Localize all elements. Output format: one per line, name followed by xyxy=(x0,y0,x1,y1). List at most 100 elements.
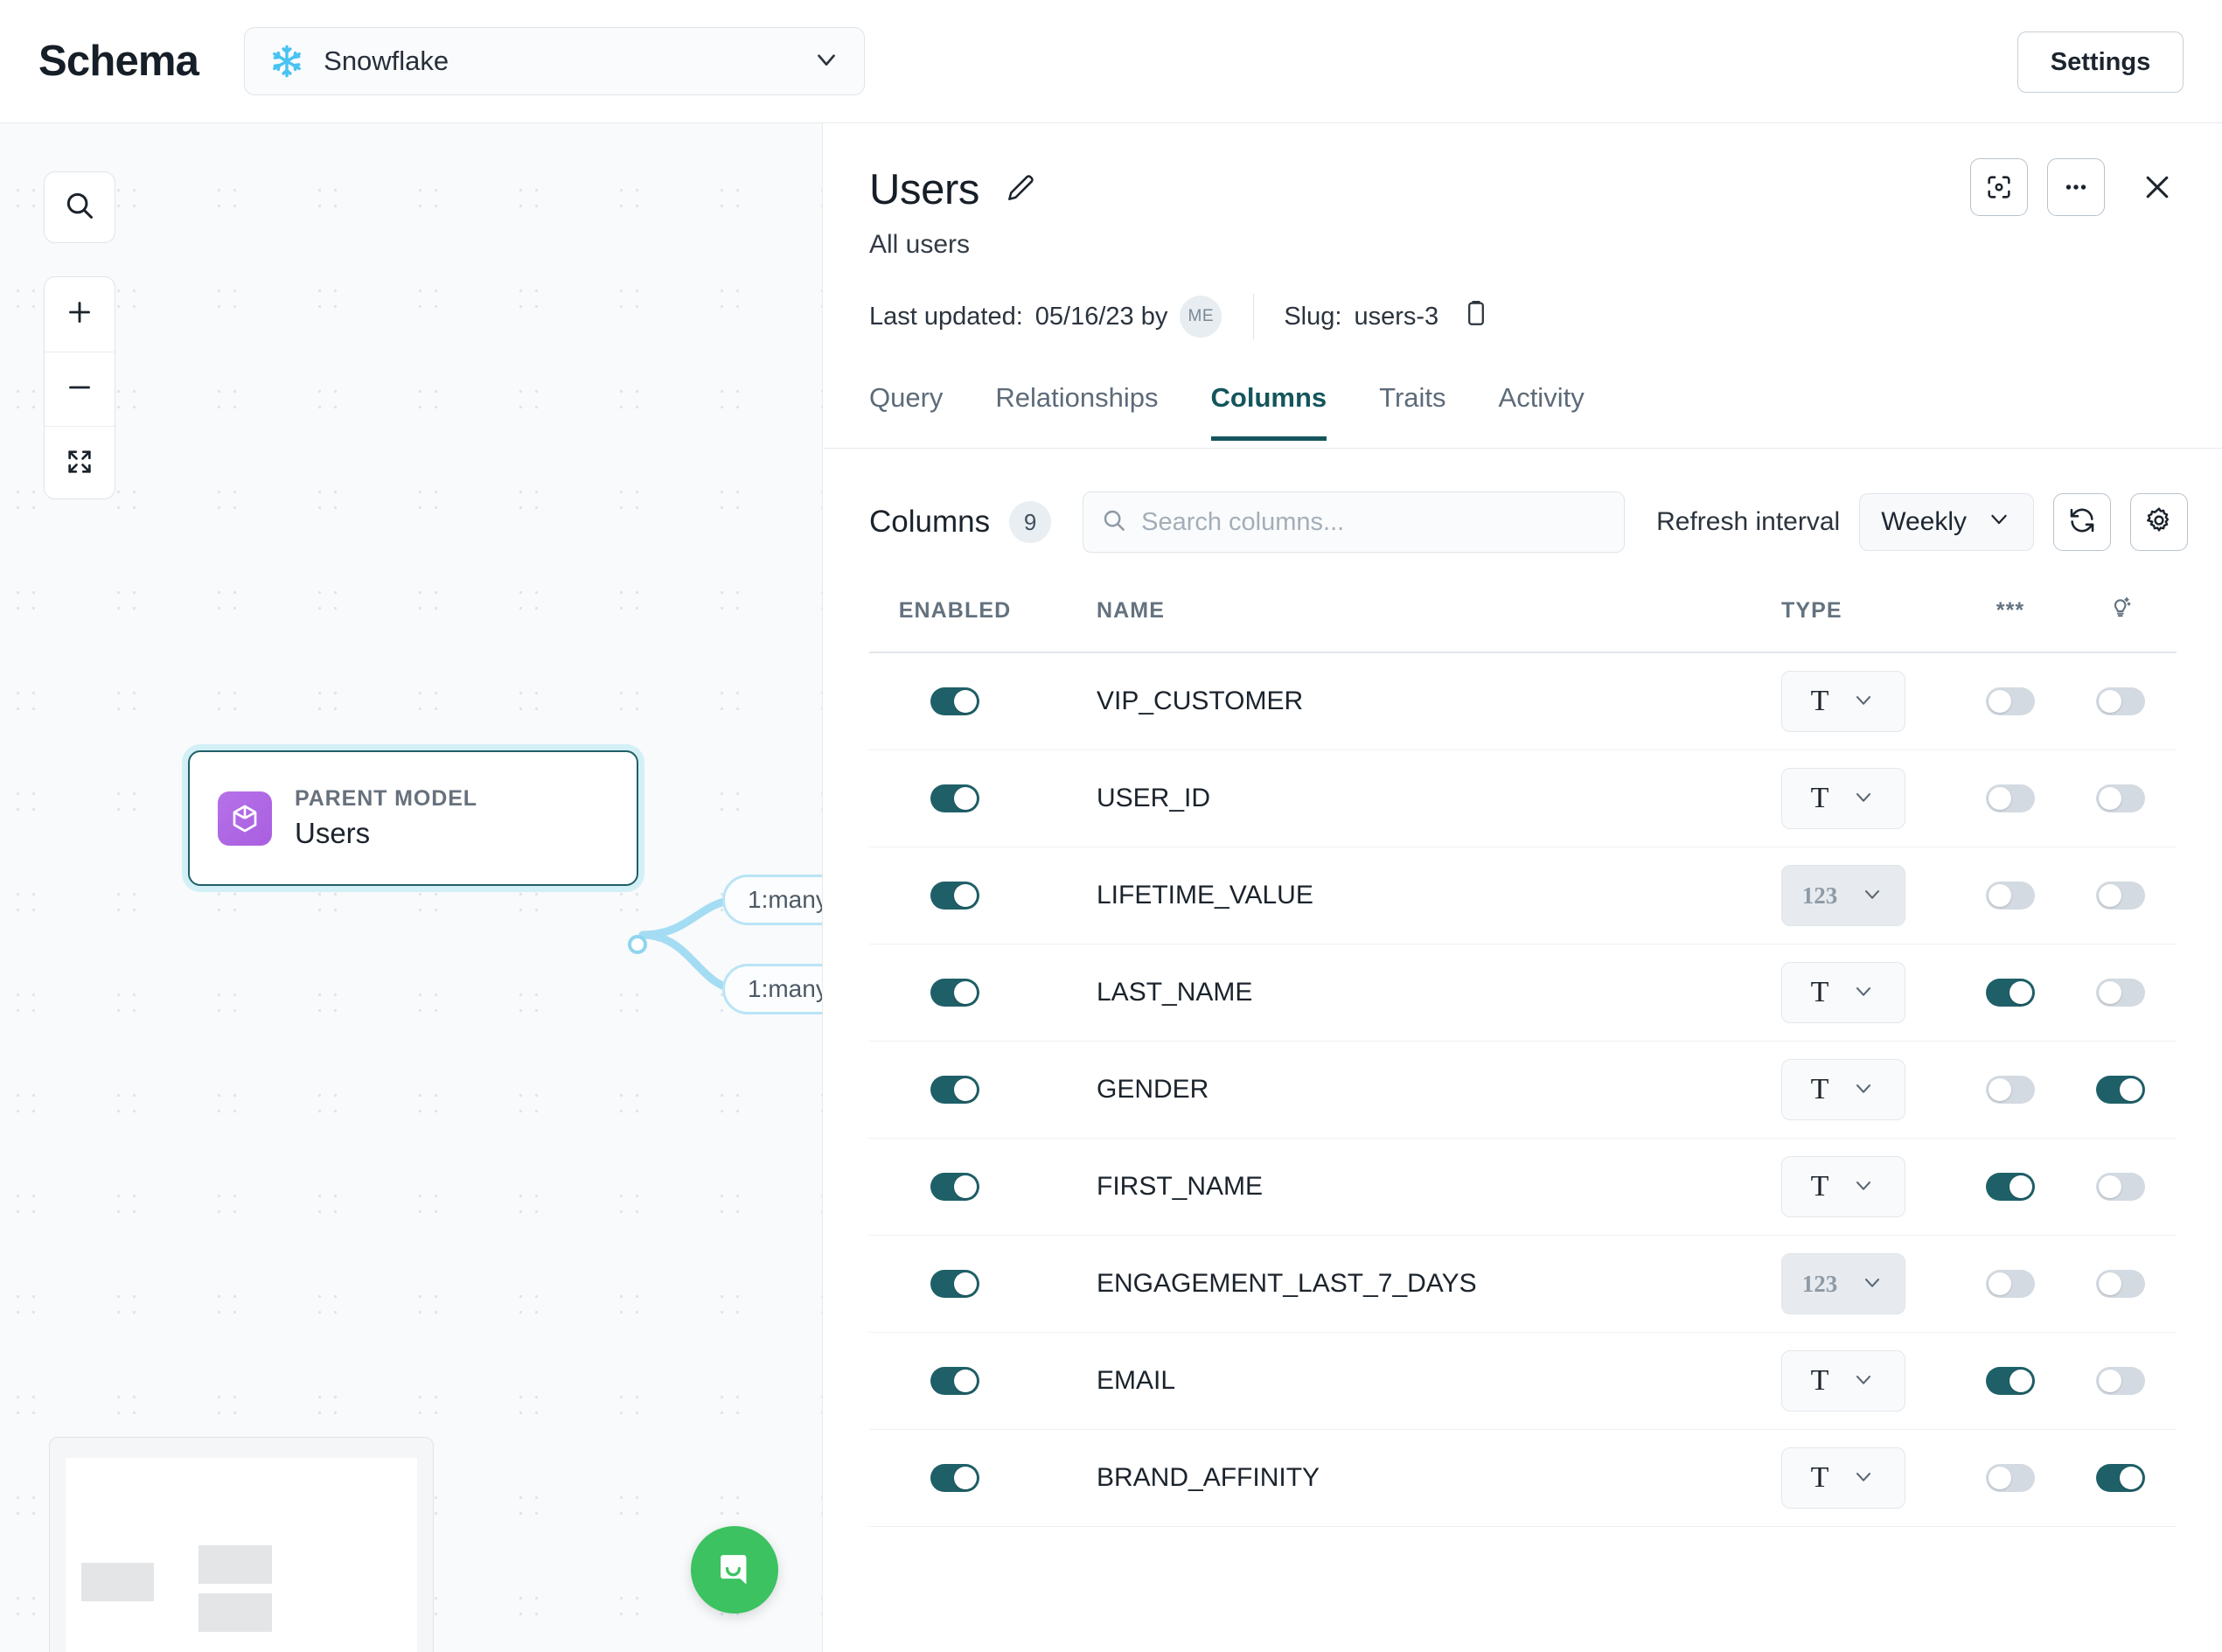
table-row[interactable]: LAST_NAME T xyxy=(869,944,2177,1042)
tabs-divider xyxy=(824,448,2222,449)
chevron-down-icon xyxy=(1986,505,2012,539)
column-type-value: T xyxy=(1810,782,1829,814)
column-type-select[interactable]: 123 xyxy=(1781,1253,1905,1314)
header-name: NAME xyxy=(1097,598,1166,623)
fit-view-button[interactable] xyxy=(45,426,115,500)
tab-relationships[interactable]: Relationships xyxy=(995,382,1158,441)
column-enabled-toggle[interactable] xyxy=(930,1367,979,1395)
data-source-select[interactable]: Snowflake xyxy=(244,27,866,95)
column-type-value: 123 xyxy=(1801,1270,1838,1297)
search-input[interactable] xyxy=(1141,507,1607,537)
zoom-in-button[interactable] xyxy=(45,277,115,352)
column-enabled-toggle[interactable] xyxy=(930,1464,979,1492)
table-row[interactable]: VIP_CUSTOMER T xyxy=(869,653,2177,750)
tab-activity[interactable]: Activity xyxy=(1499,382,1585,441)
column-ai-toggle[interactable] xyxy=(2096,1367,2145,1395)
canvas-search-button[interactable] xyxy=(44,171,115,243)
column-type-select[interactable]: T xyxy=(1781,1447,1905,1509)
column-type-value: 123 xyxy=(1801,882,1838,909)
column-mask-toggle[interactable] xyxy=(1986,1076,2035,1104)
panel-meta: Last updated: 05/16/23 by ME Slug: users… xyxy=(869,294,2222,339)
column-ai-toggle[interactable] xyxy=(2096,687,2145,715)
table-row[interactable]: ENGAGEMENT_LAST_7_DAYS 123 xyxy=(869,1236,2177,1333)
table-row[interactable]: LIFETIME_VALUE 123 xyxy=(869,847,2177,944)
column-mask-toggle[interactable] xyxy=(1986,1367,2035,1395)
column-mask-toggle[interactable] xyxy=(1986,882,2035,910)
table-row[interactable]: GENDER T xyxy=(869,1042,2177,1139)
column-type-select[interactable]: 123 xyxy=(1781,865,1905,926)
chevron-down-icon xyxy=(1851,1464,1876,1493)
column-type-value: T xyxy=(1810,976,1829,1008)
column-type-value: T xyxy=(1810,685,1829,717)
column-mask-toggle[interactable] xyxy=(1986,1270,2035,1298)
column-type-select[interactable]: T xyxy=(1781,671,1905,732)
column-enabled-toggle[interactable] xyxy=(930,1076,979,1104)
minimap-node xyxy=(81,1563,154,1601)
cube-icon xyxy=(218,791,272,846)
node-kicker: PARENT MODEL xyxy=(295,786,477,811)
columns-table: ENABLED NAME TYPE *** VIP_CUSTOMER T USER_… xyxy=(824,595,2222,1527)
column-mask-toggle[interactable] xyxy=(1986,1173,2035,1201)
column-type-select[interactable]: T xyxy=(1781,1350,1905,1412)
relationship-chip[interactable]: 1:many xyxy=(722,875,822,925)
relationship-chip[interactable]: 1:many xyxy=(722,964,822,1014)
table-row[interactable]: USER_ID T xyxy=(869,750,2177,847)
column-type-select[interactable]: T xyxy=(1781,1156,1905,1217)
chevron-down-icon xyxy=(1851,1076,1876,1105)
refresh-interval-select[interactable]: Weekly xyxy=(1859,493,2035,551)
slug-label: Slug: xyxy=(1284,302,1342,331)
column-ai-toggle[interactable] xyxy=(2096,979,2145,1007)
column-enabled-toggle[interactable] xyxy=(930,882,979,910)
chevron-down-icon xyxy=(1851,1173,1876,1202)
header-enabled: ENABLED xyxy=(898,598,1012,623)
columns-settings-button[interactable] xyxy=(2130,493,2189,551)
table-row[interactable]: FIRST_NAME T xyxy=(869,1139,2177,1236)
column-enabled-toggle[interactable] xyxy=(930,687,979,715)
column-enabled-toggle[interactable] xyxy=(930,979,979,1007)
column-enabled-toggle[interactable] xyxy=(930,1270,979,1298)
column-ai-toggle[interactable] xyxy=(2096,1464,2145,1492)
column-ai-toggle[interactable] xyxy=(2096,1076,2145,1104)
refresh-now-button[interactable] xyxy=(2053,493,2112,551)
zoom-out-button[interactable] xyxy=(45,352,115,426)
columns-toolbar: Columns 9 Refresh interval Weekly xyxy=(869,491,2222,553)
focus-target-icon[interactable] xyxy=(1970,158,2028,216)
schema-canvas[interactable]: PARENT MODEL Users 1:many 1:many xyxy=(0,123,823,1652)
column-type-select[interactable]: T xyxy=(1781,1059,1905,1120)
tab-columns[interactable]: Columns xyxy=(1210,382,1327,441)
close-icon[interactable] xyxy=(2133,163,2182,212)
column-mask-toggle[interactable] xyxy=(1986,979,2035,1007)
last-updated-value: 05/16/23 by xyxy=(1034,302,1168,331)
column-ai-toggle[interactable] xyxy=(2096,784,2145,812)
settings-button[interactable]: Settings xyxy=(2017,31,2184,93)
relationship-edges xyxy=(638,896,743,993)
canvas-minimap[interactable] xyxy=(49,1437,434,1652)
edit-pencil-icon[interactable] xyxy=(1004,171,1037,209)
chat-bubble-icon[interactable] xyxy=(691,1526,778,1614)
column-mask-toggle[interactable] xyxy=(1986,1464,2035,1492)
copy-clipboard-icon[interactable] xyxy=(1461,298,1491,335)
column-name: FIRST_NAME xyxy=(1097,1172,1264,1201)
table-row[interactable]: EMAIL T xyxy=(869,1333,2177,1430)
column-ai-toggle[interactable] xyxy=(2096,882,2145,910)
column-mask-toggle[interactable] xyxy=(1986,687,2035,715)
column-enabled-toggle[interactable] xyxy=(930,1173,979,1201)
parent-model-node[interactable]: PARENT MODEL Users xyxy=(188,750,638,886)
tab-query[interactable]: Query xyxy=(869,382,943,441)
column-ai-toggle[interactable] xyxy=(2096,1270,2145,1298)
ellipsis-icon[interactable] xyxy=(2047,158,2105,216)
node-name: Users xyxy=(295,817,371,849)
tab-traits[interactable]: Traits xyxy=(1379,382,1445,441)
search-icon xyxy=(63,189,96,227)
column-mask-toggle[interactable] xyxy=(1986,784,2035,812)
column-type-select[interactable]: T xyxy=(1781,768,1905,829)
column-type-select[interactable]: T xyxy=(1781,962,1905,1023)
node-output-port[interactable] xyxy=(628,935,647,954)
search-columns-box[interactable] xyxy=(1083,491,1626,553)
table-row[interactable]: BRAND_AFFINITY T xyxy=(869,1430,2177,1527)
column-ai-toggle[interactable] xyxy=(2096,1173,2145,1201)
page-title: Users xyxy=(869,166,979,213)
column-enabled-toggle[interactable] xyxy=(930,784,979,812)
column-type-value: T xyxy=(1810,1461,1829,1494)
panel-header: Users All users Last updated: 05/16/23 b… xyxy=(824,123,2222,339)
